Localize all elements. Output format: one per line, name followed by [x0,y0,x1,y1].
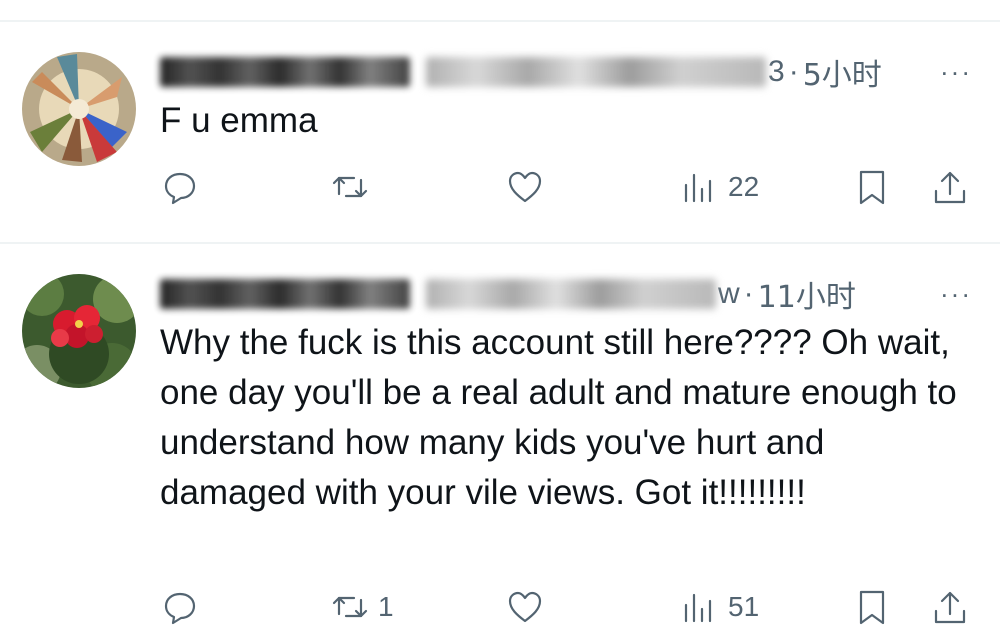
views-icon [684,593,712,623]
action-bar: 22 [0,165,1000,209]
separator-dot: · [743,277,754,310]
action-bar: 1 51 [0,585,1000,629]
bookmark-icon [859,590,885,625]
share-icon [934,591,966,624]
reply-header: 3 · 5小时 [160,48,1000,96]
reply-header: w · 11小时 [160,270,1000,318]
share-button[interactable] [930,165,970,209]
timestamp[interactable]: 11小时 [758,272,856,316]
retweet-icon [332,596,368,618]
reply-text: F u emma [160,101,318,140]
avatar-image [22,52,136,166]
retweet-button[interactable] [330,165,378,209]
reply-icon [164,592,196,625]
like-button[interactable] [505,585,553,629]
reply-button[interactable] [160,585,208,629]
handle-redacted[interactable] [426,279,716,309]
share-button[interactable] [930,585,970,629]
views-button[interactable]: 51 [680,585,759,629]
reply-2[interactable]: w · 11小时 ··· Why the fuck is this accoun… [0,244,1000,643]
avatar[interactable] [22,52,136,166]
retweet-count: 1 [378,591,394,622]
retweet-button[interactable]: 1 [330,585,394,629]
reply-1[interactable]: 3 · 5小时 ··· F u emma 22 [0,22,1000,242]
share-icon [934,171,966,204]
more-options-icon[interactable]: ··· [940,279,972,310]
handle-tail[interactable]: 3 [768,55,785,89]
like-icon [508,591,542,623]
views-count: 22 [728,171,760,202]
display-name-redacted[interactable] [160,279,410,309]
views-icon [684,173,712,203]
display-name-redacted[interactable] [160,57,410,87]
handle-tail[interactable]: w [718,277,740,311]
retweet-icon [332,176,368,198]
like-button[interactable] [505,165,553,209]
avatar-image [22,274,136,388]
avatar[interactable] [22,274,136,388]
reply-button[interactable] [160,165,208,209]
bookmark-button[interactable] [852,165,892,209]
more-options-icon[interactable]: ··· [940,57,972,88]
timestamp[interactable]: 5小时 [803,50,882,94]
reply-icon [164,172,196,205]
views-count: 51 [728,591,760,622]
separator-dot: · [788,55,799,88]
like-icon [508,171,542,203]
handle-redacted[interactable] [426,57,766,87]
bookmark-icon [859,170,885,205]
reply-text: Why the fuck is this account still here?… [160,323,957,512]
bookmark-button[interactable] [852,585,892,629]
views-button[interactable]: 22 [680,165,759,209]
